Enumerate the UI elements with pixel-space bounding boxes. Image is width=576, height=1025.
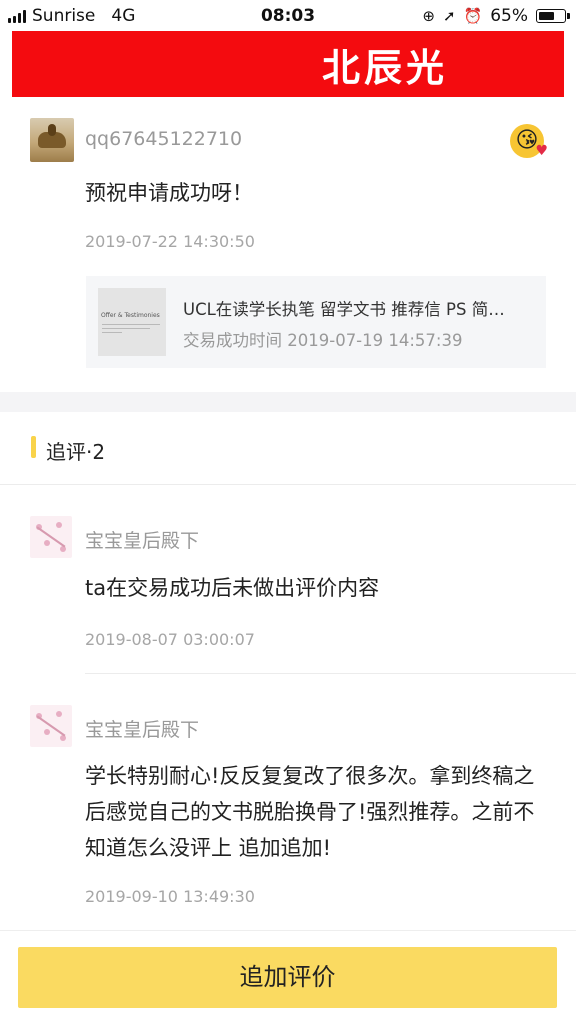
add-review-button[interactable]: 追加评价 — [18, 947, 557, 1008]
followup-section-title: 追评·2 — [46, 440, 106, 464]
heart-icon: ♥ — [535, 143, 548, 159]
order-thumbnail: Offer & Testimonies — [98, 288, 166, 356]
banner-title: 北辰光 — [322, 45, 449, 90]
order-title: UCL在读学长执笔 留学文书 推荐信 PS 简… — [183, 300, 505, 319]
lock-rotation-icon: ⊕ — [422, 7, 435, 25]
avatar[interactable] — [30, 516, 72, 558]
thumbnail-line — [102, 328, 150, 329]
followup-username[interactable]: 宝宝皇后殿下 — [85, 526, 199, 553]
status-right: ⊕ ➚ ⏰ 65% — [422, 6, 570, 26]
avatar[interactable] — [30, 705, 72, 747]
order-time: 交易成功时间 2019-07-19 14:57:39 — [183, 331, 463, 350]
status-bar: Sunrise 4G 08:03 ⊕ ➚ ⏰ 65% — [0, 0, 576, 30]
battery-percent: 65% — [490, 6, 528, 26]
avatar[interactable] — [30, 118, 74, 162]
review-date: 2019-07-22 14:30:50 — [85, 232, 255, 251]
battery-fill — [539, 12, 554, 20]
section-accent-bar — [31, 436, 36, 458]
review-text: 预祝申请成功呀！ — [85, 181, 253, 205]
thumbnail-line — [102, 332, 122, 333]
divider — [85, 673, 576, 674]
banner: 北辰光 — [12, 31, 564, 97]
alarm-icon: ⏰ — [463, 7, 483, 25]
thumbnail-line — [102, 324, 160, 325]
order-card[interactable]: Offer & Testimonies UCL在读学长执笔 留学文书 推荐信 P… — [86, 276, 546, 368]
followup-username[interactable]: 宝宝皇后殿下 — [85, 715, 199, 742]
followup-date: 2019-09-10 13:49:30 — [85, 887, 255, 906]
section-divider — [0, 392, 576, 412]
followup-text: 学长特别耐心!反反复复改了很多次。拿到终稿之后感觉自己的文书脱胎换骨了!强烈推荐… — [85, 764, 535, 860]
order-thumbnail-title: Offer & Testimonies — [101, 312, 160, 319]
battery-icon — [536, 9, 570, 23]
followup-text: ta在交易成功后未做出评价内容 — [85, 576, 380, 600]
followup-date: 2019-08-07 03:00:07 — [85, 630, 255, 649]
divider — [0, 484, 576, 485]
rider-figure — [48, 124, 56, 136]
reviewer-username[interactable]: qq67645122710 — [85, 128, 242, 150]
kiss-emoji-icon: 😘 ♥ — [510, 124, 548, 158]
location-arrow-icon: ➚ — [442, 7, 456, 25]
